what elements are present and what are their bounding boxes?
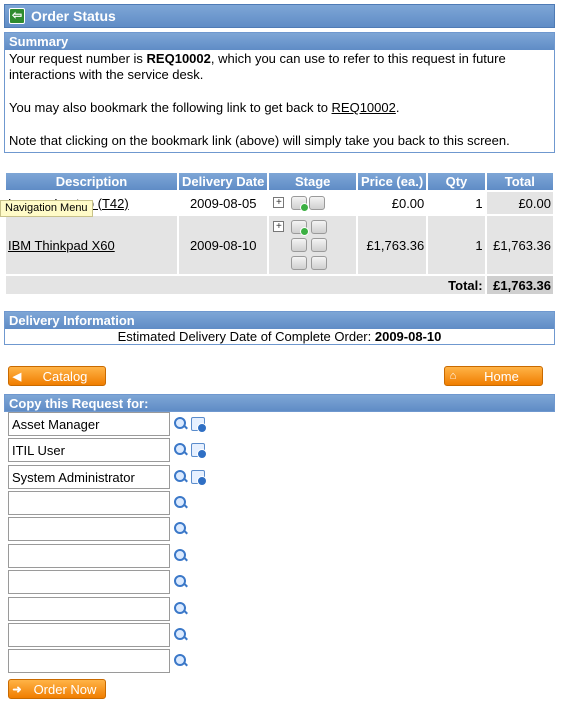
- stage-indicator: +: [271, 195, 353, 212]
- copy-user-input[interactable]: [8, 491, 170, 515]
- home-button[interactable]: ⌂ Home: [444, 366, 543, 386]
- copy-row: [8, 437, 207, 463]
- copy-user-input[interactable]: [8, 623, 170, 647]
- item-qty: 1: [428, 192, 485, 214]
- summary-text: You may also bookmark the following link…: [9, 100, 332, 115]
- column-header: Delivery Date: [178, 173, 268, 190]
- search-icon[interactable]: [174, 628, 188, 642]
- total-label: Total:: [6, 276, 485, 294]
- order-now-label: Order Now: [33, 681, 97, 697]
- stage-icon: [311, 238, 328, 252]
- arrow-right-icon: ➜: [12, 683, 22, 696]
- copy-row: [8, 622, 188, 648]
- item-price: £1,763.36: [357, 216, 427, 274]
- copy-row: [8, 490, 188, 516]
- total-value: £1,763.36: [486, 276, 553, 294]
- back-arrow-icon[interactable]: ⇦: [9, 8, 25, 24]
- copy-row: [8, 543, 188, 569]
- delivery-date: 2009-08-10: [178, 216, 268, 274]
- arrow-left-icon: ◀: [12, 370, 22, 383]
- delivery-date: 2009-08-05: [178, 192, 268, 214]
- stage-icon: [309, 196, 326, 210]
- column-header: Qty: [428, 173, 485, 190]
- search-icon[interactable]: [174, 602, 188, 616]
- check-icon: [300, 203, 310, 212]
- copy-user-input[interactable]: [8, 649, 170, 673]
- copy-row: [8, 411, 207, 437]
- delivery-date-value: 2009-08-10: [374, 329, 442, 344]
- stage-icon: [291, 238, 308, 252]
- copy-request-heading: Copy this Request for:: [4, 394, 555, 412]
- order-now-button[interactable]: ➜ Order Now: [8, 679, 106, 699]
- bookmark-note: Note that clicking on the bookmark link …: [9, 133, 510, 148]
- copy-user-input[interactable]: [8, 465, 170, 489]
- navigation-menu-tooltip: Navigation Menu: [0, 200, 93, 217]
- item-price: £0.00: [357, 192, 427, 214]
- total-row: Total: £1,763.36: [6, 276, 553, 294]
- summary-text: Your request number is: [9, 51, 147, 66]
- stage-icon: [291, 256, 308, 270]
- copy-row: [8, 464, 207, 490]
- copy-row: [8, 596, 188, 622]
- page-title: Order Status: [31, 8, 116, 24]
- delivery-panel: Delivery Information Estimated Delivery …: [4, 311, 555, 345]
- search-icon[interactable]: [174, 470, 188, 484]
- catalog-button[interactable]: ◀ Catalog: [8, 366, 106, 386]
- summary-panel: Summary Your request number is REQ10002,…: [4, 32, 555, 153]
- delivery-label: Estimated Delivery Date of Complete Orde…: [117, 329, 375, 344]
- column-header: Stage: [269, 173, 356, 190]
- expand-icon[interactable]: +: [273, 197, 285, 208]
- expand-icon[interactable]: +: [273, 221, 285, 232]
- stage-icon: [311, 220, 328, 234]
- copy-row: [8, 569, 188, 595]
- search-icon[interactable]: [174, 654, 188, 668]
- search-icon[interactable]: [174, 549, 188, 563]
- summary-heading: Summary: [5, 33, 554, 50]
- home-label: Home: [484, 368, 519, 384]
- search-icon[interactable]: [174, 522, 188, 536]
- stage-indicator: +: [271, 219, 353, 271]
- search-icon[interactable]: [174, 443, 188, 457]
- summary-text: .: [395, 100, 400, 115]
- copy-user-input[interactable]: [8, 570, 170, 594]
- search-icon[interactable]: [174, 417, 188, 431]
- reference-info-icon[interactable]: [191, 443, 207, 459]
- item-qty: 1: [428, 216, 485, 274]
- copy-user-input[interactable]: [8, 412, 170, 436]
- search-icon[interactable]: [174, 496, 188, 510]
- stage-icon: [291, 220, 310, 236]
- delivery-heading: Delivery Information: [5, 312, 554, 329]
- copy-user-input[interactable]: [8, 517, 170, 541]
- request-number: REQ10002: [146, 51, 211, 66]
- column-header: Total: [486, 173, 553, 190]
- copy-user-input[interactable]: [8, 438, 170, 462]
- bookmark-link[interactable]: REQ10002: [332, 100, 396, 115]
- reference-info-icon[interactable]: [191, 417, 207, 433]
- order-items-table: Description Delivery Date Stage Price (e…: [4, 171, 555, 296]
- copy-row: [8, 648, 188, 674]
- column-header: Description: [6, 173, 177, 190]
- bookmark-text: You may also bookmark the following link…: [9, 100, 550, 116]
- stage-icon: [291, 196, 310, 212]
- search-icon[interactable]: [174, 575, 188, 589]
- table-row: IBM Thinkpad X60 2009-08-10 + £1,763.36 …: [6, 216, 553, 274]
- item-link[interactable]: IBM Thinkpad X60: [8, 238, 115, 253]
- title-bar: ⇦ Order Status: [4, 4, 555, 28]
- catalog-label: Catalog: [42, 368, 88, 384]
- item-total: £0.00: [486, 192, 553, 214]
- stage-icon: [311, 256, 328, 270]
- column-header: Price (ea.): [357, 173, 427, 190]
- copy-row: [8, 516, 188, 542]
- copy-user-input[interactable]: [8, 544, 170, 568]
- copy-user-input[interactable]: [8, 597, 170, 621]
- request-number-text: Your request number is REQ10002, which y…: [9, 51, 550, 83]
- reference-info-icon[interactable]: [191, 470, 207, 486]
- check-icon: [300, 227, 310, 236]
- item-total: £1,763.36: [486, 216, 553, 274]
- home-icon: ⌂: [449, 370, 457, 382]
